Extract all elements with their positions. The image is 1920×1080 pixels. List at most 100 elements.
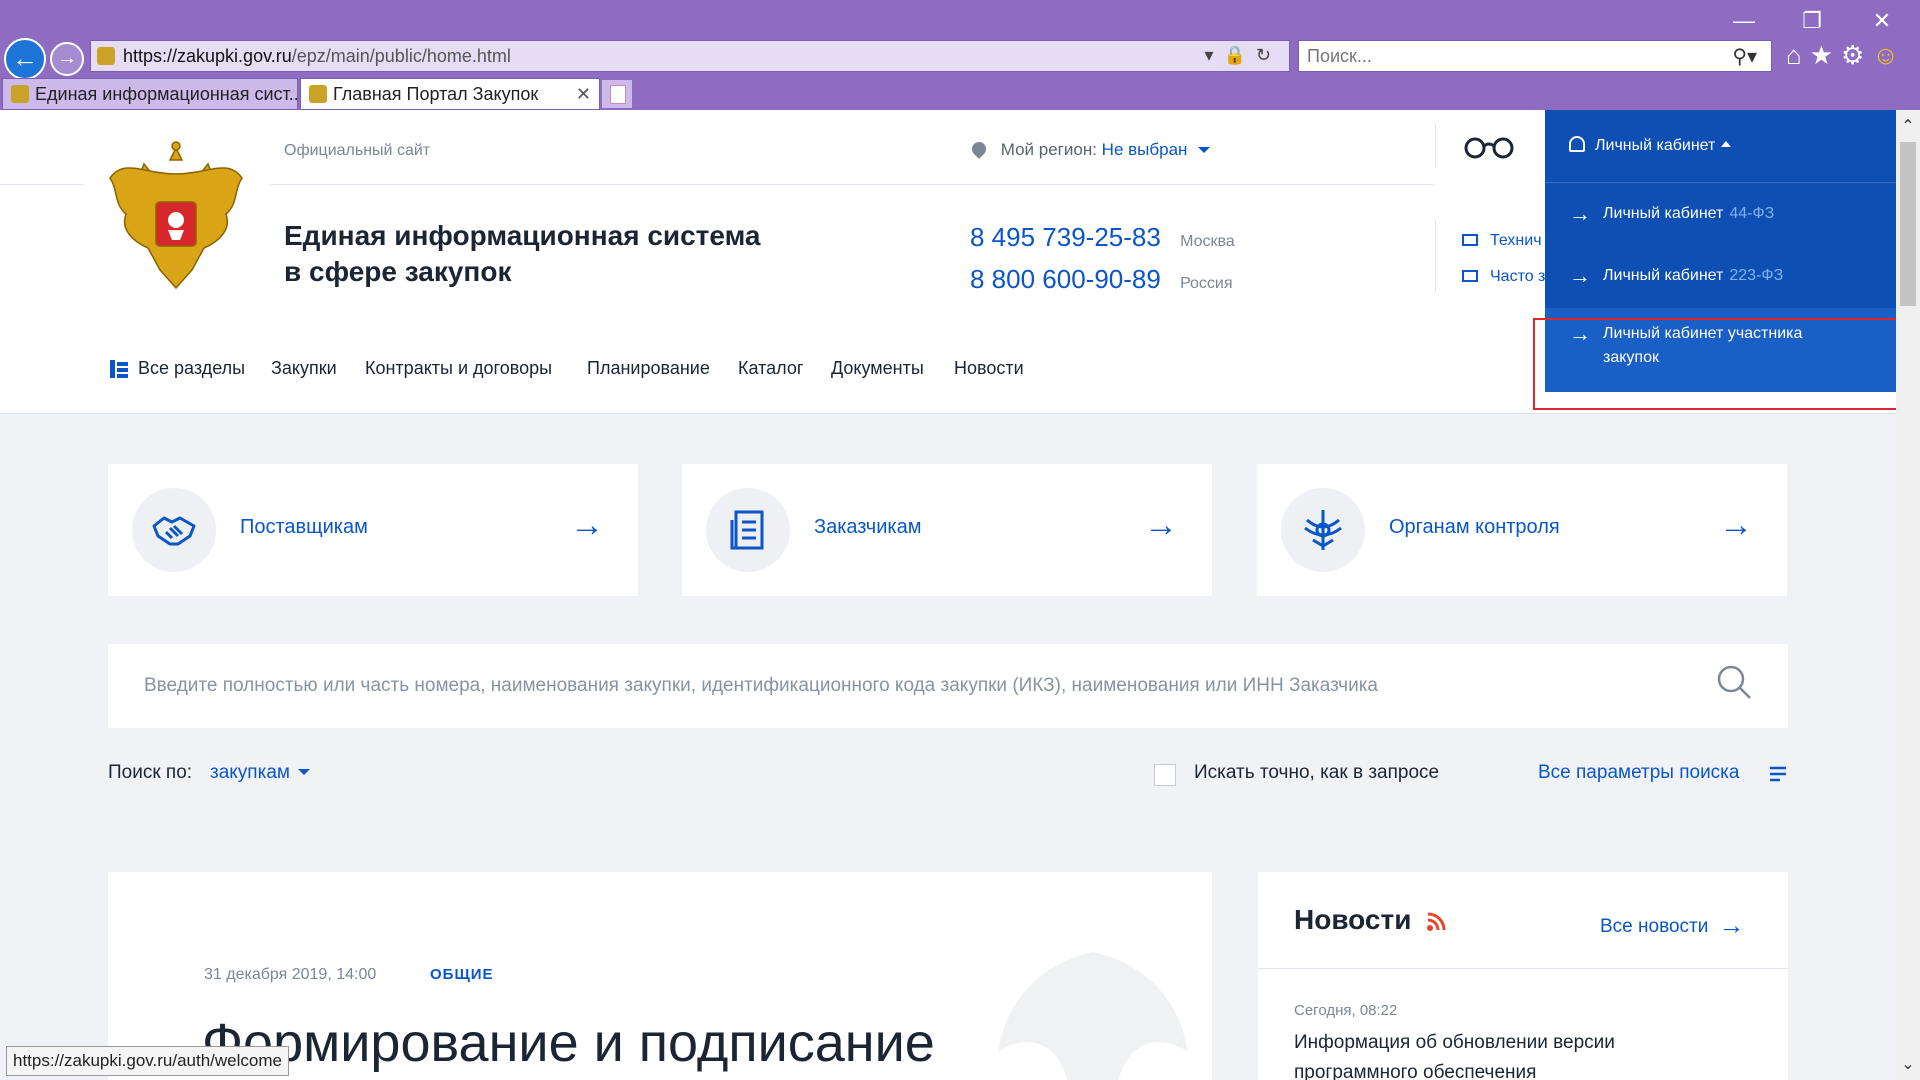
site-favicon-icon [97,47,115,65]
tab-main-portal[interactable]: Главная Портал Закупок ✕ [300,78,600,110]
phone-moscow[interactable]: 8 495 739-25-83 Москва [970,222,1235,253]
tab-favicon-icon [309,85,327,103]
address-bar-icons[interactable]: ▾🔒↻ [1204,45,1281,66]
scroll-down-icon[interactable]: ⌄ [1898,1054,1918,1076]
suppliers-card[interactable]: Поставщикам → [108,464,638,596]
purchase-search-input[interactable] [144,668,1644,704]
exact-match-checkbox[interactable] [1154,764,1176,786]
cabinet-223fz-link[interactable]: → Личный кабинет 223-ФЗ [1545,264,1896,288]
back-button[interactable]: ← [4,38,46,80]
emblem-icon [1281,488,1365,572]
phone-number: 8 800 600-90-89 [970,264,1161,294]
menu-item-planning[interactable]: Планирование [587,358,710,379]
menu-item-catalog[interactable]: Каталог [738,358,803,379]
search-by-selector[interactable]: закупкам [210,762,310,784]
page-content: Официальный сайт Единая информационная с… [0,110,1896,1080]
browser-toolbar: ⌂★⚙☺ [1786,40,1907,71]
filter-lines-icon[interactable] [1770,766,1786,782]
home-icon[interactable]: ⌂ [1786,40,1810,70]
status-url-tooltip: https://zakupki.gov.ru/auth/welcome [6,1046,289,1076]
forward-button[interactable]: → [50,42,84,76]
favorites-star-icon[interactable]: ★ [1810,40,1841,70]
browser-search-box[interactable]: ⚲▾ [1298,40,1772,72]
news-item-title[interactable]: Информация об обновлении версии программ… [1294,1028,1734,1080]
glasses-icon[interactable] [1462,134,1516,160]
phone-russia[interactable]: 8 800 600-90-89 Россия [970,264,1233,295]
site-title[interactable]: Единая информационная система в сфере за… [284,218,761,290]
close-tab-icon[interactable]: ✕ [576,79,591,109]
news-item-date: Сегодня, 08:22 [1294,1002,1398,1019]
customers-card[interactable]: Заказчикам → [682,464,1212,596]
faq-link[interactable]: Часто з [1462,268,1545,286]
url-path: /epz/main/public/home.html [291,46,511,66]
cabinet-item-label: Личный кабинет [1603,205,1724,222]
dropdown-divider [1545,182,1896,183]
gear-icon[interactable]: ⚙ [1841,40,1872,70]
tab-eis[interactable]: Единая информационная сист... [2,78,298,110]
arrow-right-icon: → [1718,910,1745,940]
control-bodies-card[interactable]: Органам контроля → [1257,464,1787,596]
menu-item-news[interactable]: Новости [954,358,1024,379]
cabinet-item-label: Личный кабинет [1603,267,1724,284]
menu-item-all-sections[interactable]: Все разделы [138,358,245,379]
close-window-icon[interactable]: ✕ [1852,6,1912,36]
arrow-right-icon: → [570,506,604,544]
news-headline[interactable]: Формирование и подписание [202,1012,935,1074]
location-pin-icon [969,139,989,159]
minimize-icon[interactable]: — [1714,6,1774,36]
arrow-right-icon: → [1569,201,1591,226]
phone-city: Россия [1180,275,1233,292]
menu-item-contracts[interactable]: Контракты и договоры [365,358,552,379]
header-divider [270,184,1434,185]
rss-icon[interactable] [1426,912,1446,932]
news-category[interactable]: ОБЩИЕ [430,966,494,983]
emblem-watermark-icon [998,952,1188,1080]
scroll-up-icon[interactable]: ⌃ [1898,116,1918,138]
tech-support-label: Технич [1490,232,1542,249]
all-search-params-link[interactable]: Все параметры поиска [1538,762,1739,784]
search-icon[interactable]: ⚲▾ [1732,44,1757,69]
feedback-smiley-icon[interactable]: ☺ [1872,40,1907,70]
search-by-value: закупкам [210,762,290,783]
chevron-down-icon [1198,147,1211,153]
address-bar[interactable]: https://zakupki.gov.ru/epz/main/public/h… [90,40,1290,72]
search-icon[interactable] [1716,664,1752,700]
all-news-link[interactable]: Все новости → [1600,908,1745,940]
url-host: https://zakupki.gov.ru [123,46,292,66]
scrollbar-thumb[interactable] [1900,142,1916,306]
handshake-icon [132,488,216,572]
restore-icon[interactable]: ❐ [1782,6,1842,36]
chat-icon [1462,270,1478,282]
mail-icon [1462,234,1478,246]
cabinet-44fz-link[interactable]: → Личный кабинет 44-ФЗ [1545,202,1896,226]
tech-support-link[interactable]: Технич [1462,232,1542,250]
russian-emblem-logo[interactable] [104,138,248,296]
exact-match-label[interactable]: Искать точно, как в запросе [1194,762,1439,784]
menu-item-purchases[interactable]: Закупки [271,358,337,379]
news-panel: Новости Все новости → Сегодня, 08:22 Инфо… [1258,872,1788,1080]
arrow-right-icon: → [1719,506,1753,544]
official-site-label: Официальный сайт [284,142,431,159]
cabinet-law: 223-ФЗ [1729,267,1784,284]
browser-frame: — ❐ ✕ ← → https://zakupki.gov.ru/epz/mai… [0,0,1920,110]
chevron-up-icon [1721,141,1732,147]
all-sections-icon [110,360,128,378]
site-title-line: в сфере закупок [284,256,512,287]
vertical-divider [1435,124,1436,168]
search-by-label: Поиск по: [108,762,193,783]
region-selector[interactable]: Мой регион: Не выбран [969,139,1211,160]
phone-city: Москва [1180,233,1235,250]
menu-item-documents[interactable]: Документы [831,358,924,379]
new-tab-button[interactable] [602,80,632,108]
browser-search-input[interactable] [1307,46,1707,67]
card-label: Органам контроля [1389,516,1560,538]
personal-cabinet-title: Личный кабинет [1595,137,1716,154]
region-value[interactable]: Не выбран [1102,140,1188,159]
card-label: Заказчикам [814,516,922,538]
personal-cabinet-toggle[interactable]: Личный кабинет [1569,134,1732,155]
phone-number: 8 495 739-25-83 [970,222,1161,252]
page-scrollbar[interactable]: ⌃ ⌄ [1896,110,1920,1080]
address-url: https://zakupki.gov.ru/epz/main/public/h… [123,46,511,67]
vertical-divider [1435,220,1436,292]
arrow-right-icon: → [1569,263,1591,288]
